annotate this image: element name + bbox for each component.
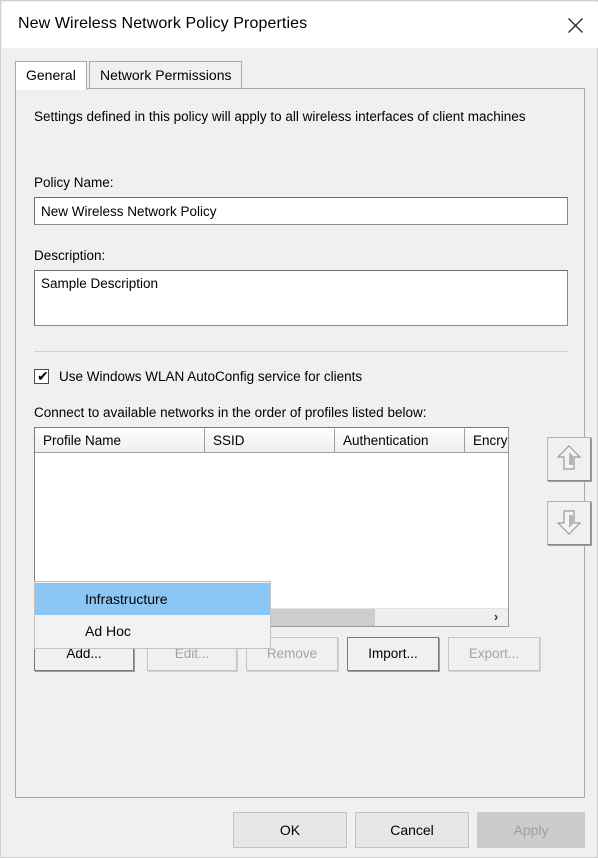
- dropdown-item-ad-hoc[interactable]: Ad Hoc: [35, 615, 270, 647]
- cancel-button[interactable]: Cancel: [355, 812, 469, 848]
- ok-button[interactable]: OK: [233, 812, 347, 848]
- section-divider: [34, 351, 568, 352]
- arrow-down-icon: [554, 507, 584, 540]
- autoconfig-checkbox[interactable]: ✔: [34, 367, 49, 384]
- general-tab-panel: Settings defined in this policy will app…: [15, 88, 591, 798]
- window-title: New Wireless Network Policy Properties: [18, 15, 308, 32]
- autoconfig-checkbox-row[interactable]: ✔ Use Windows WLAN AutoConfig service fo…: [34, 366, 362, 386]
- column-header-ssid[interactable]: SSID: [205, 428, 335, 453]
- network-type-dropdown-menu: Infrastructure Ad Hoc: [34, 581, 271, 649]
- title-bar: New Wireless Network Policy Properties: [2, 2, 598, 48]
- description-label: Description:: [34, 248, 106, 263]
- export-button[interactable]: Export...: [448, 637, 540, 671]
- wireless-network-policy-dialog: New Wireless Network Policy Properties G…: [0, 0, 598, 858]
- move-down-button[interactable]: [547, 501, 591, 545]
- column-header-authentication[interactable]: Authentication: [335, 428, 465, 453]
- import-button[interactable]: Import...: [347, 637, 439, 671]
- dropdown-item-infrastructure[interactable]: Infrastructure: [35, 583, 270, 615]
- column-header-profile-name[interactable]: Profile Name: [35, 428, 205, 453]
- tab-general[interactable]: General: [15, 61, 87, 90]
- profiles-list-label: Connect to available networks in the ord…: [34, 405, 427, 420]
- column-header-encryption[interactable]: Encry: [465, 428, 508, 453]
- intro-text: Settings defined in this policy will app…: [34, 109, 526, 124]
- profiles-table-header: Profile Name SSID Authentication Encry: [35, 428, 508, 453]
- autoconfig-checkbox-label: Use Windows WLAN AutoConfig service for …: [59, 368, 363, 384]
- tab-strip: General Network Permissions: [15, 61, 585, 90]
- description-input[interactable]: [34, 270, 568, 326]
- policy-name-input[interactable]: [34, 197, 568, 225]
- arrow-up-icon: [554, 443, 584, 476]
- apply-button[interactable]: Apply: [477, 812, 585, 848]
- tab-network-permissions[interactable]: Network Permissions: [89, 61, 243, 89]
- close-icon[interactable]: [552, 2, 598, 48]
- check-icon: ✔: [37, 367, 49, 384]
- policy-name-label: Policy Name:: [34, 175, 114, 190]
- scroll-right-arrow-icon[interactable]: ›: [488, 609, 504, 626]
- move-up-button[interactable]: [547, 437, 591, 481]
